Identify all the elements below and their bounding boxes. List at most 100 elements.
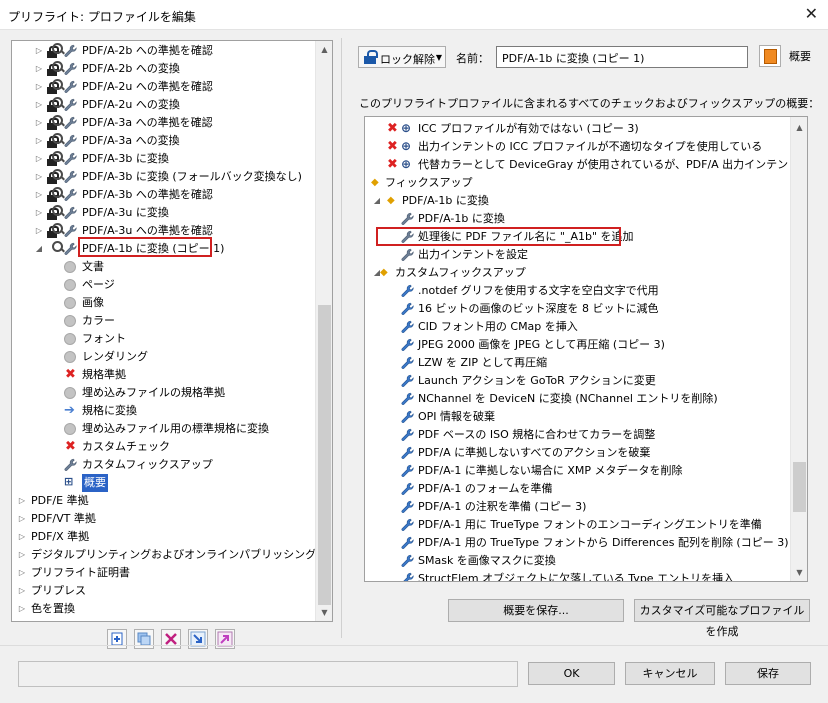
tree-row-profile[interactable]: ▷ PDF/A-3b に変換 (フォールバック変換なし) [12, 168, 312, 186]
tree-row-group[interactable]: ▷ PDF/E 準拠 [12, 492, 312, 510]
expand-arrow-icon[interactable]: ▷ [34, 78, 44, 96]
scroll-down-arrow-icon[interactable]: ▼ [316, 604, 332, 621]
tree-row-profile[interactable]: ▷ PDF/A-3b への準拠を確認 [12, 186, 312, 204]
scroll-up-arrow-icon[interactable]: ▲ [316, 41, 332, 58]
delete-button[interactable] [161, 629, 181, 649]
expand-arrow-icon[interactable]: ▷ [34, 114, 44, 132]
scroll-up-arrow-icon[interactable]: ▲ [791, 119, 807, 136]
profile-tree[interactable]: ▷ PDF/A-2b への準拠を確認 ▷ PDF/A-2b への変換 ▷ PDF/A-2u… [11, 40, 333, 622]
fixup-row[interactable]: PDF/A-1b に変換 [365, 210, 789, 228]
summary-scrollbar[interactable]: ▲ ▼ [790, 117, 807, 581]
expand-arrow-icon[interactable]: ▷ [17, 492, 27, 510]
scroll-thumb[interactable] [318, 305, 331, 605]
tree-row-profile[interactable]: ▷ PDF/A-3b に変換 [12, 150, 312, 168]
tree-row-profile[interactable]: ▷ PDF/A-2b への準拠を確認 [12, 42, 312, 60]
create-custom-profile-button[interactable]: カスタマイズ可能なプロファイルを作成 [634, 599, 810, 638]
tree-row-category[interactable]: ページ [12, 276, 312, 294]
expand-arrow-icon[interactable]: ▷ [34, 204, 44, 222]
expand-arrow-icon[interactable]: ▷ [17, 510, 27, 528]
close-icon[interactable]: ✕ [805, 4, 818, 23]
collapse-arrow-icon[interactable]: ◢ [34, 240, 44, 258]
scroll-down-arrow-icon[interactable]: ▼ [791, 564, 807, 581]
tree-row-category[interactable]: ➔ 規格に変換 [12, 402, 312, 420]
custom-fixup-row[interactable]: PDF/A-1 の注釈を準備 (コピー 3) [365, 498, 789, 516]
tree-row-profile[interactable]: ▷ PDF/A-2u への準拠を確認 [12, 78, 312, 96]
custom-fixup-row[interactable]: PDF/A-1 のフォームを準備 [365, 480, 789, 498]
custom-fixups-row[interactable]: ◢ ◆ カスタムフィックスアップ [365, 264, 789, 282]
tree-row-category[interactable]: ✖ 規格準拠 [12, 366, 312, 384]
cancel-button[interactable]: キャンセル [625, 662, 715, 685]
tree-row-category[interactable]: フォント [12, 330, 312, 348]
expand-arrow-icon[interactable]: ▷ [34, 150, 44, 168]
tree-row-group[interactable]: ▷ PDF/X 準拠 [12, 528, 312, 546]
tree-row-category[interactable]: 画像 [12, 294, 312, 312]
save-button[interactable]: 保存 [725, 662, 811, 685]
tree-row-group[interactable]: ▷ デジタルプリンティングおよびオンラインパブリッシング [12, 546, 316, 564]
custom-fixup-row[interactable]: PDF ベースの ISO 規格に合わせてカラーを調整 [365, 426, 789, 444]
ok-button[interactable]: OK [528, 662, 615, 685]
custom-fixup-row[interactable]: OPI 情報を破棄 [365, 408, 789, 426]
tree-row-group[interactable]: ▷ プリフライト証明書 [12, 564, 312, 582]
check-row[interactable]: ✖ ⊕ 出力インテントの ICC プロファイルが不適切なタイプを使用している [365, 138, 789, 156]
expand-arrow-icon[interactable]: ▷ [34, 168, 44, 186]
panel-splitter[interactable] [341, 38, 342, 638]
tree-row-category[interactable]: 文書 [12, 258, 312, 276]
unlock-button[interactable]: ロック解除 ▼ [358, 46, 446, 68]
duplicate-button[interactable] [134, 629, 154, 649]
collapse-arrow-icon[interactable]: ◢ [372, 192, 382, 210]
expand-arrow-icon[interactable]: ▷ [34, 186, 44, 204]
expand-arrow-icon[interactable]: ▷ [17, 564, 27, 582]
tree-row-profile[interactable]: ▷ PDF/A-3a への変換 [12, 132, 312, 150]
custom-fixup-row[interactable]: CID フォント用の CMap を挿入 [365, 318, 789, 336]
tree-row-category[interactable]: カラー [12, 312, 312, 330]
tree-row-category[interactable]: レンダリング [12, 348, 312, 366]
custom-fixup-row[interactable]: SMask を画像マスクに変換 [365, 552, 789, 570]
custom-fixup-row[interactable]: JPEG 2000 画像を JPEG として再圧縮 (コピー 3) [365, 336, 789, 354]
profile-name-input[interactable]: PDF/A-1b に変換 (コピー 1) [496, 46, 748, 68]
tree-row-category[interactable]: 埋め込みファイルの規格準拠 [12, 384, 312, 402]
expand-arrow-icon[interactable]: ▷ [17, 600, 27, 618]
tree-row-category[interactable]: 埋め込みファイル用の標準規格に変換 [12, 420, 312, 438]
custom-fixup-row[interactable]: LZW を ZIP として再圧縮 [365, 354, 789, 372]
fixup-group-row[interactable]: ◢ ◆ PDF/A-1b に変換 [365, 192, 789, 210]
custom-fixup-row[interactable]: PDF/A-1 用の TrueType フォントから Differences 配… [365, 534, 789, 552]
tree-row-profile[interactable]: ▷ PDF/A-3u に変換 [12, 204, 312, 222]
expand-arrow-icon[interactable]: ▷ [17, 528, 27, 546]
expand-arrow-icon[interactable]: ▷ [17, 582, 27, 600]
check-row[interactable]: ✖ ⊕ 代替カラーとして DeviceGray が使用されているが、PDF/A 出力… [365, 156, 807, 174]
tree-row-profile[interactable]: ▷ PDF/A-2b への変換 [12, 60, 312, 78]
check-row[interactable]: ✖ ⊕ ICC プロファイルが有効ではない (コピー 3) [365, 120, 789, 138]
custom-fixup-row[interactable]: PDF/A に準拠しないすべてのアクションを破棄 [365, 444, 789, 462]
expand-arrow-icon[interactable]: ▷ [34, 42, 44, 60]
expand-arrow-icon[interactable]: ▷ [34, 222, 44, 240]
custom-fixup-row[interactable]: StructElem オブジェクトに欠落している Type エントリを挿入 [365, 570, 789, 581]
export-button[interactable] [215, 629, 235, 649]
expand-arrow-icon[interactable]: ▷ [34, 60, 44, 78]
tree-row-category[interactable]: ✖ カスタムチェック [12, 438, 312, 456]
save-summary-button[interactable]: 概要を保存... [448, 599, 624, 622]
expand-arrow-icon[interactable]: ▷ [34, 96, 44, 114]
custom-fixup-row[interactable]: NChannel を DeviceN に変換 (NChannel エントリを削除… [365, 390, 789, 408]
tree-row-group[interactable]: ▷ 色を置換 [12, 600, 312, 618]
tree-row-category[interactable]: カスタムフィックスアップ [12, 456, 312, 474]
custom-fixup-row[interactable]: .notdef グリフを使用する文字を空白文字で代用 [365, 282, 789, 300]
expand-arrow-icon[interactable]: ▷ [34, 132, 44, 150]
custom-fixup-row[interactable]: Launch アクションを GoToR アクションに変更 [365, 372, 789, 390]
fixups-row[interactable]: ◆ フィックスアップ [365, 174, 789, 192]
custom-fixup-row[interactable]: PDF/A-1 用に TrueType フォントのエンコーディングエントリを準備 [365, 516, 789, 534]
expand-arrow-icon[interactable]: ▷ [17, 546, 27, 564]
tree-row-profile[interactable]: ▷ PDF/A-3a への準拠を確認 [12, 114, 312, 132]
summary-tree[interactable]: ✖ ⊕ ICC プロファイルが有効ではない (コピー 3) ✖ ⊕ 出力インテントの IC… [364, 116, 808, 582]
tree-row-category[interactable]: ⊞ 概要 [12, 474, 312, 492]
fixup-row[interactable]: 出力インテントを設定 [365, 246, 789, 264]
tree-scrollbar[interactable]: ▲ ▼ [315, 41, 332, 621]
new-item-button[interactable] [107, 629, 127, 649]
custom-fixup-row[interactable]: PDF/A-1 に準拠しない場合に XMP メタデータを削除 [365, 462, 789, 480]
tree-row-group[interactable]: ▷ PDF/VT 準拠 [12, 510, 312, 528]
import-button[interactable] [188, 629, 208, 649]
summary-button[interactable] [759, 45, 781, 67]
scroll-thumb[interactable] [793, 462, 806, 512]
tree-row-profile[interactable]: ▷ PDF/A-2u への変換 [12, 96, 312, 114]
tree-row-group[interactable]: ▷ プリプレス [12, 582, 312, 600]
custom-fixup-row[interactable]: 16 ビットの画像のビット深度を 8 ビットに減色 [365, 300, 789, 318]
